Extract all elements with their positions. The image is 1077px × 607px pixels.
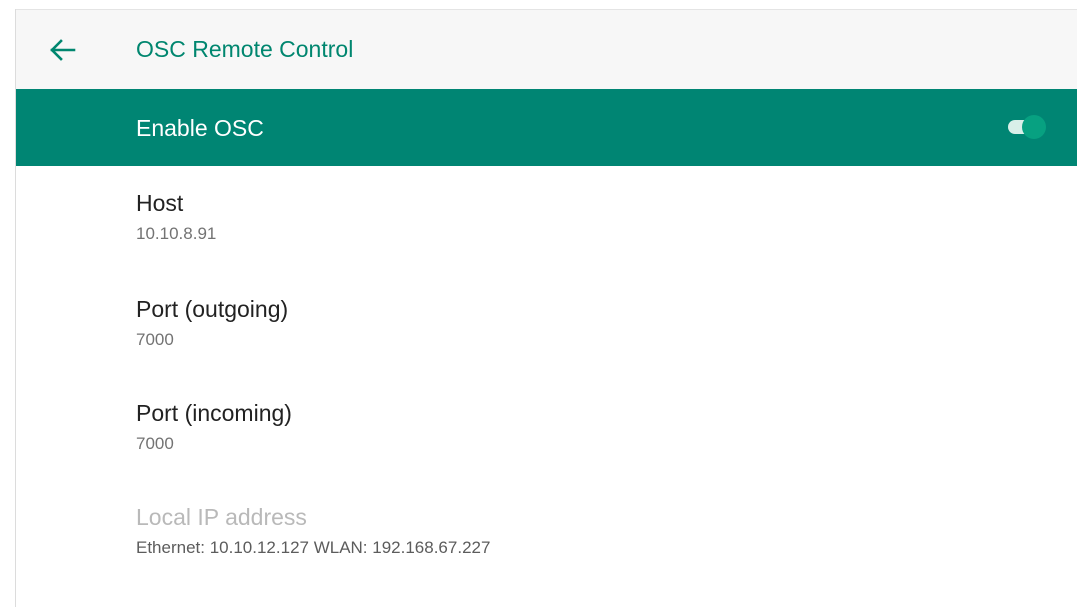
enable-osc-toggle[interactable]	[1008, 115, 1046, 139]
host-title: Host	[136, 190, 184, 216]
page-title: OSC Remote Control	[136, 36, 354, 62]
port-incoming-value: 7000	[136, 434, 174, 453]
enable-osc-label: Enable OSC	[136, 115, 264, 141]
host-value: 10.10.8.91	[136, 224, 217, 243]
back-button[interactable]	[40, 32, 80, 68]
settings-screen: OSC Remote Control Enable OSC Host 10.10…	[0, 0, 1077, 607]
port-outgoing-title: Port (outgoing)	[136, 296, 289, 322]
port-outgoing-preference[interactable]: Port (outgoing) 7000	[136, 295, 1036, 351]
host-preference[interactable]: Host 10.10.8.91	[136, 189, 1036, 245]
arrow-back-icon	[40, 32, 80, 68]
local-ip-title: Local IP address	[136, 504, 307, 530]
enable-osc-switch-bar[interactable]: Enable OSC	[16, 89, 1077, 166]
port-outgoing-value: 7000	[136, 330, 174, 349]
port-incoming-title: Port (incoming)	[136, 400, 292, 426]
toggle-thumb	[1022, 115, 1046, 139]
local-ip-value: Ethernet: 10.10.12.127 WLAN: 192.168.67.…	[136, 538, 491, 557]
local-ip-preference: Local IP address Ethernet: 10.10.12.127 …	[136, 503, 1036, 559]
toolbar: OSC Remote Control	[16, 9, 1077, 89]
port-incoming-preference[interactable]: Port (incoming) 7000	[136, 399, 1036, 455]
